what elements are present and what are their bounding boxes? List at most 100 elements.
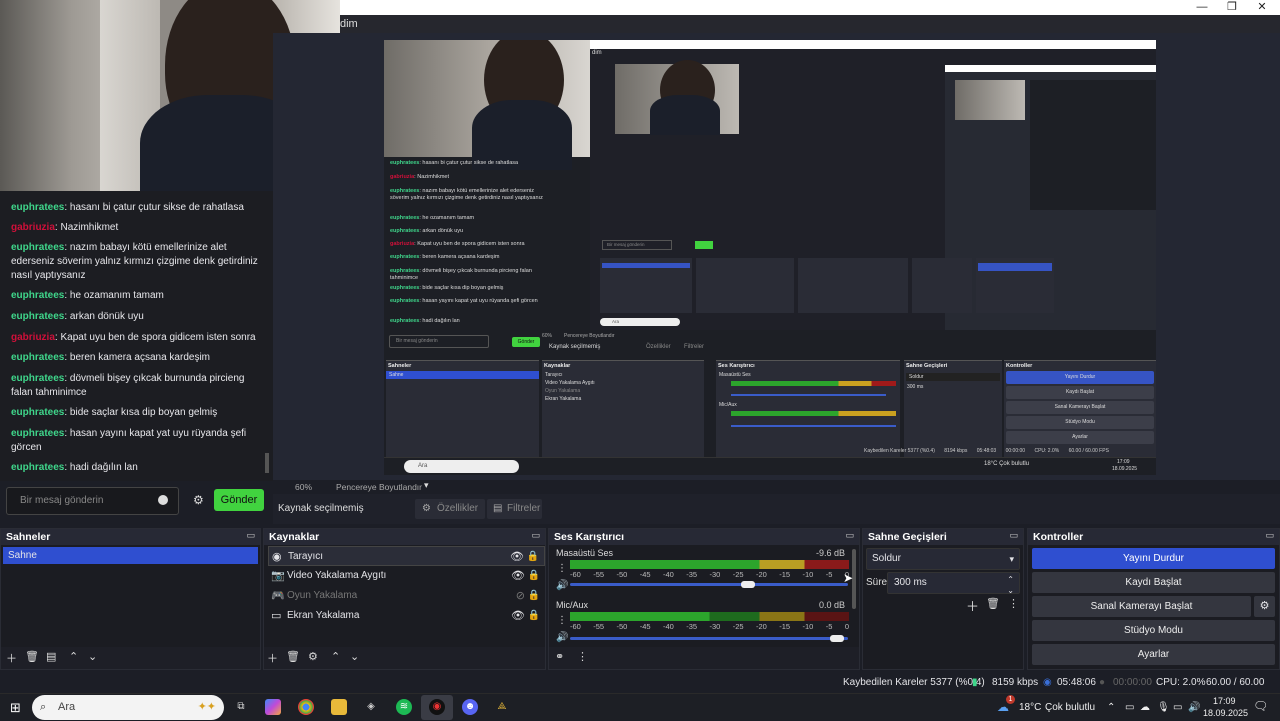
- chevron-up-icon[interactable]: ⌃: [331, 650, 340, 663]
- taskbar-search[interactable]: ⌕ Ara ✦✦: [32, 695, 224, 720]
- chat-username[interactable]: euphratees: [11, 373, 64, 384]
- eye-hidden-icon[interactable]: ⊘: [516, 586, 525, 606]
- properties-button[interactable]: ⚙ Özellikler: [415, 499, 485, 519]
- virtual-camera-settings-button[interactable]: ⚙: [1254, 596, 1275, 617]
- scene-item[interactable]: Sahne: [3, 547, 258, 564]
- discord-icon[interactable]: ☻: [462, 699, 478, 715]
- start-virtual-camera-button[interactable]: Sanal Kamerayı Başlat: [1032, 596, 1251, 617]
- lock-icon[interactable]: 🔒: [528, 566, 540, 586]
- zoom-level[interactable]: 60%: [295, 482, 312, 492]
- more-vertical-icon[interactable]: ⋮: [1008, 597, 1019, 610]
- studio-mode-button[interactable]: Stüdyo Modu: [1032, 620, 1275, 641]
- eye-icon[interactable]: 👁: [511, 566, 525, 586]
- temperature[interactable]: 18°C: [1019, 694, 1041, 721]
- spotify-icon[interactable]: ≋: [396, 699, 412, 715]
- chat-input[interactable]: Bir mesaj gönderin: [6, 487, 179, 515]
- rec-time: 00:00:00: [1113, 677, 1152, 688]
- start-recording-button[interactable]: Kaydı Başlat: [1032, 572, 1275, 593]
- volume-slider[interactable]: [570, 637, 848, 640]
- volume-slider-handle[interactable]: [740, 581, 755, 588]
- chevron-down-icon[interactable]: ⌄: [88, 650, 97, 663]
- source-item-browser[interactable]: ◉ Tarayıcı 👁 🔒: [268, 546, 545, 566]
- chat-username[interactable]: gabriuzia: [11, 222, 55, 233]
- lock-icon[interactable]: 🔒: [528, 586, 540, 606]
- minimize-icon[interactable]: —: [1187, 0, 1217, 15]
- chat-username[interactable]: euphratees: [11, 407, 64, 418]
- dock-menu-icon[interactable]: ▭: [531, 530, 540, 541]
- add-icon[interactable]: ＋: [966, 596, 979, 615]
- duration-stepper[interactable]: 300 ms ⌃ ⌄: [887, 572, 1020, 595]
- tray-icon[interactable]: ▭: [1125, 694, 1134, 721]
- cloud-icon[interactable]: ☁: [1140, 694, 1150, 721]
- chat-username[interactable]: euphratees: [11, 202, 64, 213]
- send-button[interactable]: Gönder: [214, 489, 264, 511]
- eye-icon[interactable]: 👁: [510, 547, 524, 567]
- scale-tick: -15: [779, 622, 791, 631]
- source-item-game[interactable]: 🎮 Oyun Yakalama ⊘ 🔒: [268, 586, 545, 606]
- dock-menu-icon[interactable]: ▭: [1009, 530, 1018, 541]
- chat-username[interactable]: euphratees: [11, 242, 64, 253]
- scenes-title: Sahneler: [1, 529, 260, 545]
- transition-select[interactable]: Soldur ▾: [866, 548, 1020, 570]
- windows-start-icon[interactable]: ⊞: [10, 700, 21, 716]
- restore-icon[interactable]: ❐: [1217, 0, 1247, 15]
- chevron-up-icon[interactable]: ⌃: [1107, 694, 1115, 721]
- chat-settings-icon[interactable]: ⚙: [193, 493, 204, 507]
- chat-username[interactable]: gabriuzia: [11, 332, 55, 343]
- filter-icon[interactable]: ▤: [46, 650, 56, 663]
- volume-slider-handle[interactable]: [829, 635, 844, 642]
- close-icon[interactable]: ✕: [1247, 0, 1277, 15]
- network-icon[interactable]: ▭: [1173, 694, 1182, 721]
- preview-canvas[interactable]: euphratees: hasanı bi çatur çutur sikse …: [384, 40, 1156, 475]
- source-item-video[interactable]: 📷 Video Yakalama Aygıtı 👁 🔒: [268, 566, 545, 586]
- notification-icon[interactable]: 🗨: [1253, 699, 1268, 713]
- chevron-down-icon[interactable]: ▾: [424, 480, 429, 491]
- eye-icon[interactable]: 👁: [511, 606, 525, 626]
- stop-stream-button[interactable]: Yayını Durdur: [1032, 548, 1275, 569]
- trash-icon[interactable]: 🗑: [986, 597, 1000, 610]
- file-explorer-icon[interactable]: [331, 699, 347, 715]
- chat-username[interactable]: euphratees: [11, 428, 64, 439]
- filters-button[interactable]: ▤ Filtreler: [487, 499, 542, 519]
- microphone-icon[interactable]: 🎙: [1157, 694, 1170, 721]
- lock-icon[interactable]: 🔒: [528, 606, 540, 626]
- more-vertical-icon[interactable]: ⋮: [557, 615, 567, 626]
- add-icon[interactable]: ＋: [267, 650, 278, 666]
- volume-icon[interactable]: 🔊: [1188, 694, 1200, 721]
- speaker-icon[interactable]: 🔊: [556, 632, 568, 643]
- chat-username[interactable]: euphratees: [11, 311, 64, 322]
- weather-description[interactable]: Çok bulutlu: [1045, 694, 1095, 721]
- lock-icon[interactable]: 🔒: [527, 547, 539, 567]
- chevron-up-icon[interactable]: ⌃: [69, 650, 78, 663]
- gear-icon[interactable]: ⚙: [308, 650, 318, 663]
- app-icon[interactable]: ◈: [363, 699, 379, 715]
- dock-menu-icon[interactable]: ▭: [845, 530, 854, 541]
- app-icon[interactable]: ⟁: [494, 699, 510, 715]
- no-source-label: Kaynak seçilmemiş: [278, 503, 364, 514]
- dock-menu-icon[interactable]: ▭: [1265, 530, 1274, 541]
- clock-date[interactable]: 18.09.2025: [1203, 708, 1248, 718]
- chat-username[interactable]: euphratees: [11, 462, 64, 473]
- obs-icon[interactable]: ◉: [429, 699, 445, 715]
- add-icon[interactable]: ＋: [6, 650, 17, 666]
- more-vertical-icon[interactable]: ⋮: [557, 563, 567, 574]
- emoji-icon[interactable]: [158, 495, 168, 505]
- more-vertical-icon[interactable]: ⋮: [577, 650, 588, 663]
- chat-username[interactable]: euphratees: [11, 290, 64, 301]
- chat-scrollbar[interactable]: [265, 453, 269, 473]
- chrome-icon[interactable]: [298, 699, 314, 715]
- chat-username[interactable]: euphratees: [11, 352, 64, 363]
- speaker-icon[interactable]: 🔊: [556, 580, 568, 591]
- trash-icon[interactable]: 🗑: [25, 650, 39, 663]
- zoom-mode[interactable]: Pencereye Boyutlandır: [336, 482, 422, 492]
- task-view-icon[interactable]: ⧉: [233, 699, 249, 715]
- settings-button[interactable]: Ayarlar: [1032, 644, 1275, 665]
- chevron-down-icon[interactable]: ⌄: [350, 650, 359, 663]
- trash-icon[interactable]: 🗑: [286, 650, 300, 663]
- link-icon[interactable]: ⚭: [555, 650, 564, 663]
- clock-time[interactable]: 17:09: [1213, 696, 1236, 706]
- dock-menu-icon[interactable]: ▭: [246, 530, 255, 541]
- source-item-screen[interactable]: ▭ Ekran Yakalama 👁 🔒: [268, 606, 545, 626]
- volume-slider[interactable]: [570, 583, 848, 586]
- copilot-icon[interactable]: [265, 699, 281, 715]
